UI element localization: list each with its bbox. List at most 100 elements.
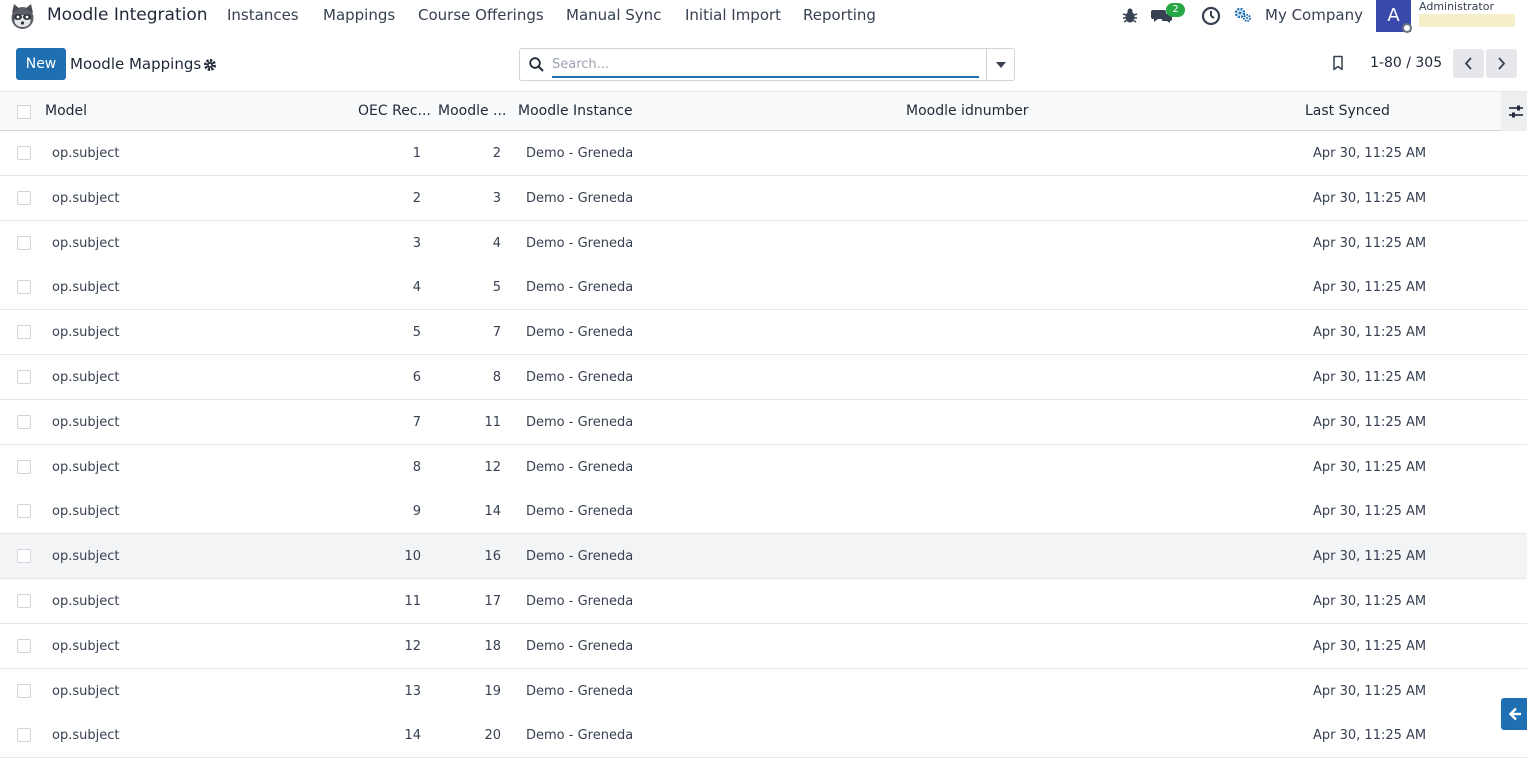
cell-last-synced: Apr 30, 11:25 AM [1313,594,1427,609]
column-header-moodle-id[interactable]: Moodle ... [438,103,506,119]
row-checkbox[interactable] [17,594,31,608]
debug-bug-icon[interactable] [1120,6,1140,26]
table-row[interactable]: op.subject 12 18 Demo - Greneda Apr 30, 11:2… [0,623,1527,669]
cell-model: op.subject [52,146,120,161]
cell-moodle-id: 5 [492,280,501,296]
table-row[interactable]: op.subject 3 4 Demo - Greneda Apr 30, 11:25 … [0,220,1527,266]
table-row[interactable]: op.subject 5 7 Demo - Greneda Apr 30, 11:25 … [0,310,1527,356]
cell-last-synced: Apr 30, 11:25 AM [1313,325,1427,341]
raccoon-logo-icon[interactable] [8,3,37,30]
row-checkbox[interactable] [17,549,31,564]
row-checkbox[interactable] [17,146,31,160]
cell-model: op.subject [52,728,120,744]
cell-moodle-id: 3 [492,190,501,206]
cell-model: op.subject [52,370,120,385]
cell-moodle-id: 12 [484,459,501,475]
user-name[interactable]: Administrator [1419,0,1494,13]
app-title[interactable]: Moodle Integration [47,5,208,25]
row-checkbox[interactable] [17,504,31,519]
cell-moodle-id: 8 [492,370,501,385]
row-checkbox[interactable] [17,728,31,743]
table-row[interactable]: op.subject 7 11 Demo - Greneda Apr 30, 11:25… [0,399,1527,445]
menu-manual-sync[interactable]: Manual Sync [566,6,661,24]
row-checkbox[interactable] [17,235,31,250]
table-row[interactable]: op.subject 9 14 Demo - Greneda Apr 30, 11:25… [0,489,1527,535]
chevron-right-icon [1498,57,1506,70]
search-options-toggle[interactable] [986,49,1015,80]
cell-model: op.subject [52,235,120,251]
cell-last-synced: Apr 30, 11:25 AM [1313,638,1427,654]
gear-icon[interactable] [203,57,217,71]
pager-next-button[interactable] [1486,49,1517,78]
row-checkbox[interactable] [17,638,31,653]
cell-oec-record: 2 [412,190,421,206]
cell-moodle-id: 17 [484,594,501,609]
cell-last-synced: Apr 30, 11:25 AM [1313,190,1427,206]
cell-model: op.subject [52,504,120,520]
cell-oec-record: 5 [412,325,421,341]
row-checkbox[interactable] [17,280,31,295]
search-bar [519,48,1015,81]
column-header-moodle-instance[interactable]: Moodle Instance [518,103,633,119]
menu-instances[interactable]: Instances [227,6,299,24]
cell-last-synced: Apr 30, 11:25 AM [1313,370,1427,385]
row-checkbox[interactable] [17,414,31,429]
side-panel-toggle-button[interactable] [1501,698,1527,730]
cell-oec-record: 4 [412,280,421,296]
row-checkbox[interactable] [17,325,31,340]
table-row[interactable]: op.subject 8 12 Demo - Greneda Apr 30, 11:25… [0,444,1527,490]
cell-model: op.subject [52,638,120,654]
select-all-checkbox[interactable] [17,105,31,119]
column-header-oec-record[interactable]: OEC Rec... [358,103,431,119]
company-name[interactable]: My Company [1265,6,1363,24]
column-header-last-synced[interactable]: Last Synced [1305,103,1390,119]
cell-moodle-id: 7 [492,325,501,341]
cell-moodle-instance: Demo - Greneda [526,146,634,161]
cell-moodle-instance: Demo - Greneda [526,325,634,341]
cell-model: op.subject [52,325,120,341]
row-checkbox[interactable] [17,683,31,698]
table-row[interactable]: op.subject 14 20 Demo - Greneda Apr 30, 11:2… [0,713,1527,759]
presence-status-icon [1402,23,1412,33]
new-button[interactable]: New [16,48,66,80]
company-switch-gears-icon[interactable] [1234,6,1254,26]
cell-moodle-instance: Demo - Greneda [526,638,634,654]
table-row[interactable]: op.subject 1 2 Demo - Greneda Apr 30, 11:25 … [0,131,1527,176]
top-navbar: Moodle Integration Instances Mappings Co… [0,0,1527,33]
cell-oec-record: 9 [412,504,421,520]
cell-oec-record: 12 [404,638,421,654]
cell-oec-record: 3 [412,235,421,251]
row-checkbox[interactable] [17,190,31,205]
table-row[interactable]: op.subject 2 3 Demo - Greneda Apr 30, 11:25 … [0,175,1527,221]
row-checkbox[interactable] [17,370,31,384]
column-header-moodle-idnumber[interactable]: Moodle idnumber [906,103,1028,119]
cell-moodle-id: 11 [484,414,501,430]
menu-course-offerings[interactable]: Course Offerings [418,6,544,24]
cell-moodle-instance: Demo - Greneda [526,459,634,475]
cell-moodle-instance: Demo - Greneda [526,504,634,520]
search-input[interactable] [552,53,979,78]
table-row[interactable]: op.subject 10 16 Demo - Greneda Apr 30, 11:2… [0,534,1527,580]
bookmark-icon[interactable] [1331,55,1345,71]
table-row[interactable]: op.subject 13 19 Demo - Greneda Apr 30, 11:2… [0,668,1527,714]
cell-moodle-id: 14 [484,504,501,520]
table-row[interactable]: op.subject 6 8 Demo - Greneda Apr 30, 11:25 … [0,355,1527,400]
cell-moodle-instance: Demo - Greneda [526,235,634,251]
page-title: Moodle Mappings [70,55,202,73]
pager-previous-button[interactable] [1453,49,1484,78]
table-row[interactable]: op.subject 4 5 Demo - Greneda Apr 30, 11:25 … [0,265,1527,311]
clock-activity-icon[interactable] [1201,6,1221,26]
menu-reporting[interactable]: Reporting [803,6,876,24]
menu-initial-import[interactable]: Initial Import [685,6,781,24]
cell-last-synced: Apr 30, 11:25 AM [1313,280,1427,296]
optional-columns-toggle[interactable] [1501,92,1527,131]
row-checkbox[interactable] [17,459,31,474]
column-header-model[interactable]: Model [45,103,87,119]
menu-mappings[interactable]: Mappings [323,6,395,24]
cell-model: op.subject [52,549,120,565]
cell-model: op.subject [52,190,120,206]
cell-model: op.subject [52,280,120,296]
pager-value[interactable]: 1-80 / 305 [1370,55,1442,71]
cell-oec-record: 7 [412,414,421,430]
table-row[interactable]: op.subject 11 17 Demo - Greneda Apr 30, 11:2… [0,579,1527,624]
